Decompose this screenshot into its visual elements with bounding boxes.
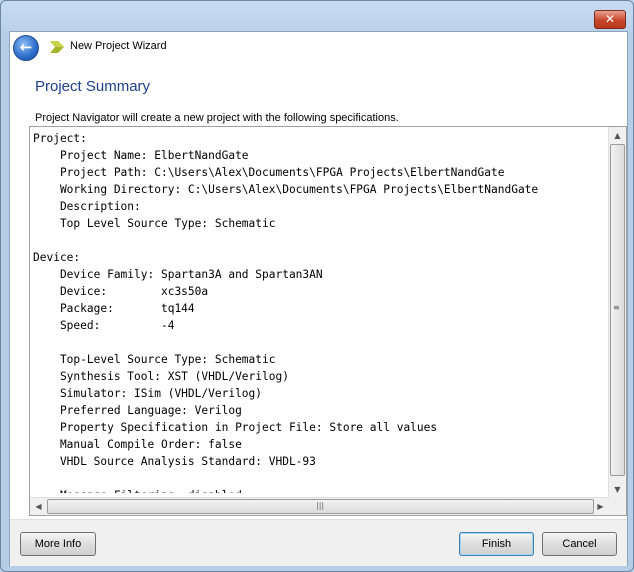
- scroll-down-arrow-icon[interactable]: ▼: [609, 481, 626, 498]
- summary-line: Speed: -4: [33, 319, 175, 332]
- summary-line: [33, 334, 608, 351]
- summary-line: Project Name: ElbertNandGate: [33, 149, 249, 162]
- summary-line: Device Family: Spartan3A and Spartan3AN: [33, 268, 323, 281]
- scroll-corner: [609, 498, 626, 515]
- horizontal-scrollbar[interactable]: ◀ ||| ▶: [30, 497, 609, 515]
- summary-line: [33, 232, 608, 249]
- summary-line: Message Filtering: disabled: [33, 487, 608, 493]
- summary-line: Device:: [33, 251, 81, 264]
- summary-line: Project:: [33, 132, 87, 145]
- scroll-left-arrow-icon[interactable]: ◀: [30, 498, 47, 515]
- finish-button[interactable]: Finish: [459, 532, 534, 556]
- wizard-arrow-icon: [50, 41, 64, 53]
- scroll-up-arrow-icon[interactable]: ▲: [609, 127, 626, 144]
- cancel-button[interactable]: Cancel: [542, 532, 617, 556]
- horizontal-scroll-thumb[interactable]: |||: [47, 499, 594, 514]
- more-info-button[interactable]: More Info: [20, 532, 96, 556]
- intro-text: Project Navigator will create a new proj…: [35, 112, 399, 124]
- summary-line: Top Level Source Type: Schematic: [33, 217, 276, 230]
- summary-text: Project: Project Name: ElbertNandGate Pr…: [33, 130, 608, 493]
- wizard-title: New Project Wizard: [70, 40, 167, 52]
- summary-textbox[interactable]: Project: Project Name: ElbertNandGate Pr…: [29, 126, 627, 516]
- summary-line: Description:: [33, 200, 141, 213]
- summary-line: Preferred Language: Verilog: [33, 404, 242, 417]
- summary-line: [33, 470, 608, 487]
- summary-line: Property Specification in Project File: …: [33, 421, 438, 434]
- summary-line: Project Path: C:\Users\Alex\Documents\FP…: [33, 166, 505, 179]
- summary-line: VHDL Source Analysis Standard: VHDL-93: [33, 455, 316, 468]
- window-close-button[interactable]: ✕: [594, 10, 626, 29]
- summary-line: Simulator: ISim (VHDL/Verilog): [33, 387, 263, 400]
- summary-line: Working Directory: C:\Users\Alex\Documen…: [33, 183, 539, 196]
- summary-line: Manual Compile Order: false: [33, 438, 242, 451]
- window-frame: ✕ ← New Project Wizard Project Summary P…: [0, 0, 634, 572]
- vertical-scroll-thumb[interactable]: ≡: [610, 144, 625, 476]
- wizard-header: ← New Project Wizard: [10, 32, 627, 64]
- page-title: Project Summary: [35, 78, 151, 95]
- summary-line: Package: tq144: [33, 302, 195, 315]
- summary-line: Device: xc3s50a: [33, 285, 209, 298]
- thumb-grip-icon: |||: [316, 501, 325, 510]
- wizard-footer: More Info Finish Cancel: [10, 519, 627, 566]
- vertical-scrollbar[interactable]: ▲ ≡ ▼: [608, 127, 626, 498]
- summary-line: Top-Level Source Type: Schematic: [33, 353, 276, 366]
- summary-line: Synthesis Tool: XST (VHDL/Verilog): [33, 370, 289, 383]
- back-button[interactable]: ←: [13, 35, 39, 61]
- thumb-grip-icon: ≡: [613, 303, 620, 312]
- scroll-right-arrow-icon[interactable]: ▶: [592, 498, 609, 515]
- wizard-client-area: ← New Project Wizard Project Summary Pro…: [9, 31, 628, 566]
